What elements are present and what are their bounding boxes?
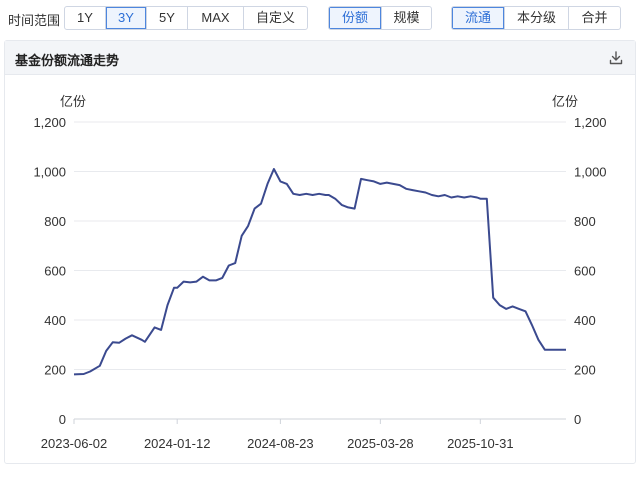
x-tick-label: 2024-01-12 [144, 436, 211, 451]
y-tick-label-right: 400 [574, 313, 596, 328]
x-tick-label: 2023-06-02 [41, 436, 108, 451]
y-tick-label-right: 800 [574, 214, 596, 229]
y-tick-label-right: 200 [574, 363, 596, 378]
x-tick-label: 2025-10-31 [447, 436, 514, 451]
y-tick-label-right: 1,000 [574, 165, 607, 180]
share-line-chart: 0 200 400 600 800 1,000 1,200 0 200 400 600 800 1,0… [33, 94, 607, 451]
y-tick-label-left: 0 [59, 412, 66, 427]
y-tick-label-right: 0 [574, 412, 581, 427]
y-axis-right: 0 200 400 600 800 1,000 1,200 [574, 115, 607, 427]
y-tick-label-right: 600 [574, 264, 596, 279]
y-axis-left-unit: 亿份 [60, 94, 86, 109]
y-tick-label-right: 1,200 [574, 115, 607, 130]
y-tick-label-left: 800 [44, 214, 66, 229]
y-tick-label-left: 200 [44, 363, 66, 378]
y-tick-label-left: 1,200 [33, 115, 66, 130]
x-tick-label: 2024-08-23 [247, 436, 314, 451]
y-tick-label-left: 400 [44, 313, 66, 328]
y-tick-label-left: 600 [44, 264, 66, 279]
series-line [73, 168, 566, 376]
x-tick-label: 2025-03-28 [347, 436, 414, 451]
y-tick-label-left: 1,000 [33, 165, 66, 180]
x-axis: 2023-06-02 2024-01-12 2024-08-23 2025-03-28… [41, 419, 514, 451]
y-axis-left: 0 200 400 600 800 1,000 1,200 [33, 115, 66, 427]
y-axis-right-unit: 亿份 [552, 94, 578, 109]
